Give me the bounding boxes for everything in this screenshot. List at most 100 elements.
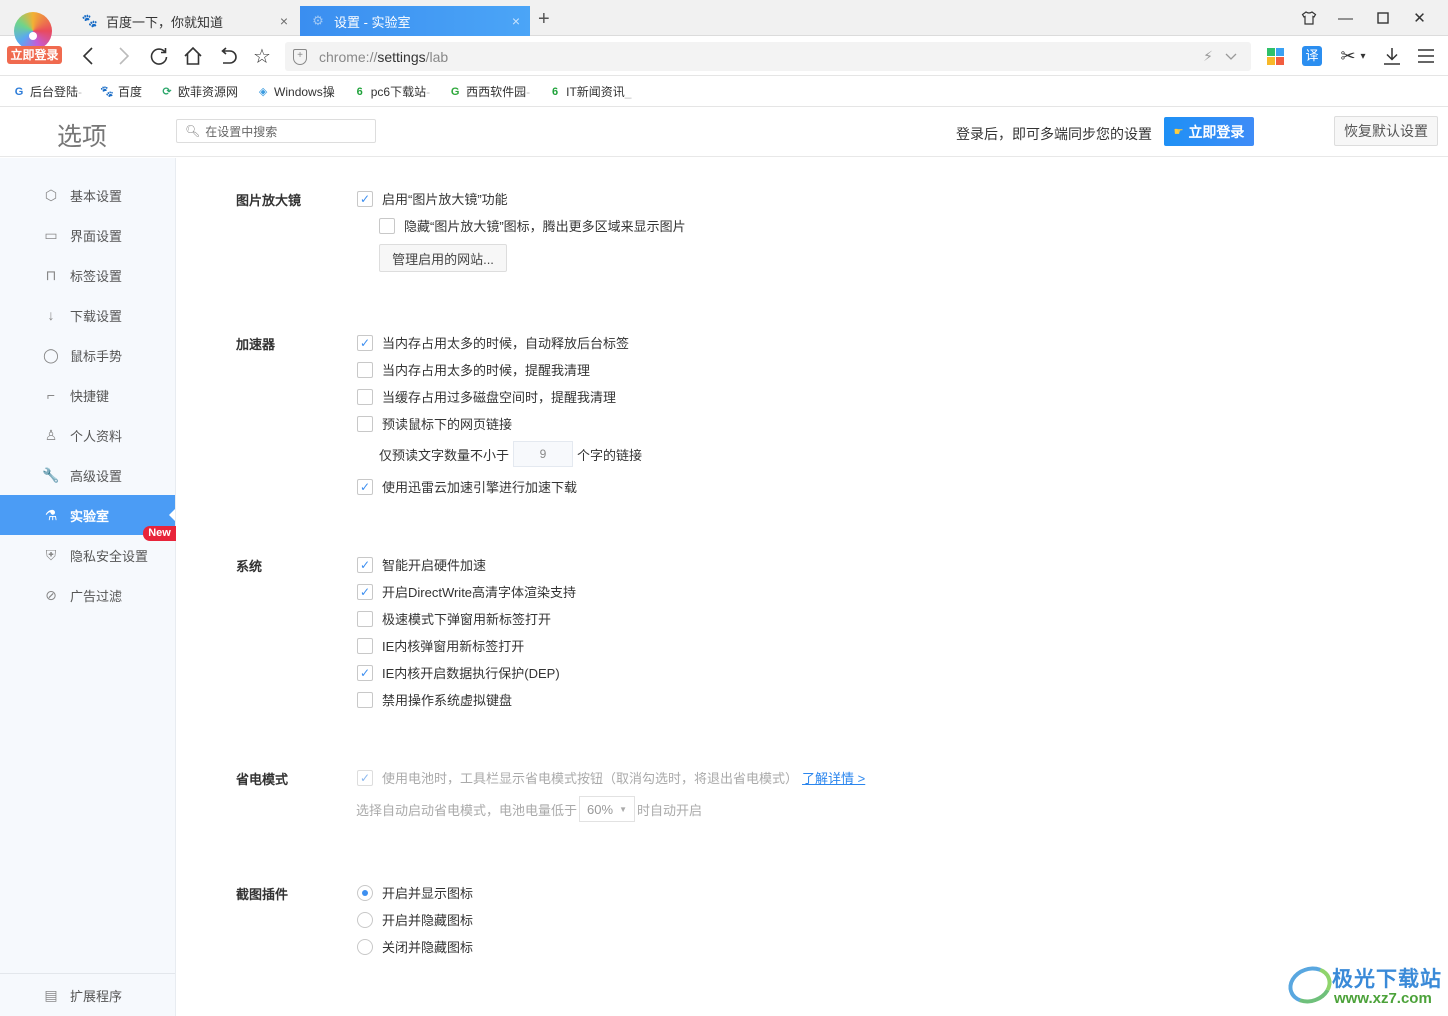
bookmark-item[interactable]: ⟳ 欧菲资源网 [160,83,238,100]
tab-title: 设置 - 实验室 [334,14,411,30]
sidebar-item[interactable]: ⛨ 隐私安全设置 [0,535,175,575]
sidebar-item[interactable]: ◯ 鼠标手势 [0,335,175,375]
menu-icon[interactable] [1414,44,1438,68]
system-option[interactable]: ✓ IE内核开启数据执行保护(DEP) [357,663,560,682]
option-cache-reminder[interactable]: 当缓存占用过多磁盘空间时，提醒我清理 [357,387,616,406]
bookmark-item[interactable]: 6 pc6下载站 - [353,83,430,100]
sidebar-item-extensions[interactable]: ▤ 扩展程序 [0,975,175,1015]
learn-more-link[interactable]: 了解详情 > [802,768,865,787]
checkbox[interactable]: ✓ [357,769,373,786]
browser-logo[interactable]: 立即登录 [7,10,62,64]
system-option[interactable]: IE内核弹窗用新标签打开 [357,636,524,655]
manage-sites-button[interactable]: 管理启用的网站... [379,244,507,272]
bookmark-star-button[interactable]: ☆ [250,44,274,68]
screenshot-dropdown-icon[interactable]: ▾ [1356,44,1370,68]
auto-power-saving-row: 选择自动启动省电模式，电池电量低于 60% ▼ 时自动开启 [356,796,702,822]
option-label: IE内核开启数据执行保护(DEP) [382,666,560,681]
sidebar-item[interactable]: ⬡ 基本设置 [0,175,175,215]
maximize-button[interactable] [1364,6,1401,30]
sidebar-item[interactable]: ⌐ 快捷键 [0,375,175,415]
sidebar-item-label: 隐私安全设置 [70,548,149,564]
checkbox[interactable]: ✓ [357,556,373,573]
skin-shirt-icon[interactable] [1290,6,1327,30]
bookmark-label: 欧菲资源网 [178,85,239,99]
section-title-accelerator: 加速器 [236,337,276,352]
bookmark-favicon-icon: ⟳ [162,86,172,98]
address-bar[interactable]: + chrome://settings/lab ⚡ [285,42,1251,71]
radio-button[interactable] [357,884,373,901]
option-enable-magnifier[interactable]: ✓ 启用“图片放大镜”功能 [357,189,508,208]
undo-close-button[interactable] [216,44,240,68]
tab-icon: ⊓ [45,266,57,283]
login-button[interactable]: ☛ 立即登录 [1164,117,1254,146]
home-button[interactable] [181,44,205,68]
tab-settings-lab[interactable]: ⚙ 设置 - 实验室 × [300,6,530,36]
minimize-button[interactable]: — [1327,6,1364,30]
sidebar-item[interactable]: ⊓ 标签设置 [0,255,175,295]
bookmark-item[interactable]: ◈ Windows操 [256,83,335,100]
option-auto-release-tabs[interactable]: ✓ 当内存占用太多的时候，自动释放后台标签 [357,333,629,352]
watermark-name: 极光下载站 [1332,968,1442,991]
system-option[interactable]: ✓ 智能开启硬件加速 [357,555,486,574]
sidebar-item[interactable]: ⊘ 广告过滤 [0,575,175,615]
option-memory-reminder[interactable]: 当内存占用太多的时候，提醒我清理 [357,360,590,379]
checkbox[interactable] [357,610,373,627]
translate-button[interactable]: 译 [1300,44,1324,68]
bookmark-item[interactable]: 🐾 百度 [100,83,142,100]
checkbox[interactable] [379,217,395,234]
bookmark-item[interactable]: 6 IT新闻资讯 _ [548,83,631,100]
close-tab-icon[interactable]: × [512,13,520,29]
download-icon[interactable] [1380,44,1404,68]
checkbox[interactable]: ✓ [357,664,373,681]
checkbox[interactable]: ✓ [357,478,373,495]
back-button[interactable] [76,44,100,68]
checkbox[interactable] [357,637,373,654]
sidebar-item-label: 基本设置 [70,188,123,204]
reload-button[interactable] [147,44,171,68]
settings-search-input[interactable]: 🔍︎ 在设置中搜索 [176,119,376,143]
option-thunder-accelerate[interactable]: ✓ 使用迅雷云加速引擎进行加速下载 [357,477,577,496]
system-option[interactable]: ✓ 开启DirectWrite高清字体渲染支持 [357,582,576,601]
option-battery-saver-button[interactable]: ✓ 使用电池时，工具栏显示省电模式按钮（取消勾选时，将退出省电模式） 了解详情 … [357,768,865,787]
bookmark-trail: - [526,84,531,99]
lightning-icon[interactable]: ⚡ [1203,48,1213,65]
close-window-button[interactable]: ✕ [1401,6,1438,30]
bookmark-label: 百度 [118,85,143,99]
prefetch-threshold-input[interactable]: 9 [513,441,574,467]
checkbox[interactable] [357,361,373,378]
checkbox[interactable] [357,388,373,405]
checkbox[interactable]: ✓ [357,334,373,351]
sidebar-item[interactable]: ♙ 个人资料 [0,415,175,455]
new-tab-button[interactable]: + [538,8,550,31]
radio-button[interactable] [357,911,373,928]
option-prefetch-links[interactable]: 预读鼠标下的网页链接 [357,414,512,433]
screenshot-option[interactable]: 开启并显示图标 [357,883,473,902]
tab-baidu[interactable]: 🐾 百度一下，你就知道 × [72,6,298,36]
bookmark-item[interactable]: G 西西软件园 - [448,83,530,100]
sidebar-item[interactable]: ↓ 下载设置 [0,295,175,335]
sidebar-item[interactable]: ▭ 界面设置 [0,215,175,255]
system-option[interactable]: 禁用操作系统虚拟键盘 [357,690,512,709]
reset-defaults-button[interactable]: 恢复默认设置 [1334,116,1438,146]
sidebar-item[interactable]: 🔧 高级设置 [0,455,175,495]
checkbox[interactable]: ✓ [357,190,373,207]
checkbox[interactable]: ✓ [357,583,373,600]
prefetch-prefix: 仅预读文字数量不小于 [379,447,510,463]
system-option[interactable]: 极速模式下弹窗用新标签打开 [357,609,551,628]
screenshot-option[interactable]: 关闭并隐藏图标 [357,937,473,956]
screenshot-option[interactable]: 开启并隐藏图标 [357,910,473,929]
radio-button[interactable] [357,938,373,955]
checkbox[interactable] [357,691,373,708]
forward-button[interactable] [112,44,136,68]
bookmark-item[interactable]: G 后台登陆 - [12,83,82,100]
close-tab-icon[interactable]: × [280,13,288,29]
prefetch-threshold-row: 仅预读文字数量不小于 9 个字的链接 [379,441,642,467]
apps-grid-icon[interactable] [1263,44,1287,68]
logo-login-badge[interactable]: 立即登录 [7,46,62,64]
checkbox[interactable] [357,415,373,432]
battery-threshold-select[interactable]: 60% ▼ [579,796,636,822]
option-hide-magnifier-icon[interactable]: 隐藏“图片放大镜”图标，腾出更多区域来显示图片 [379,216,686,235]
bookmark-label: pc6下载站 [370,85,427,99]
chevron-down-icon[interactable] [1225,50,1237,64]
auto-power-suffix: 时自动开启 [637,802,703,818]
